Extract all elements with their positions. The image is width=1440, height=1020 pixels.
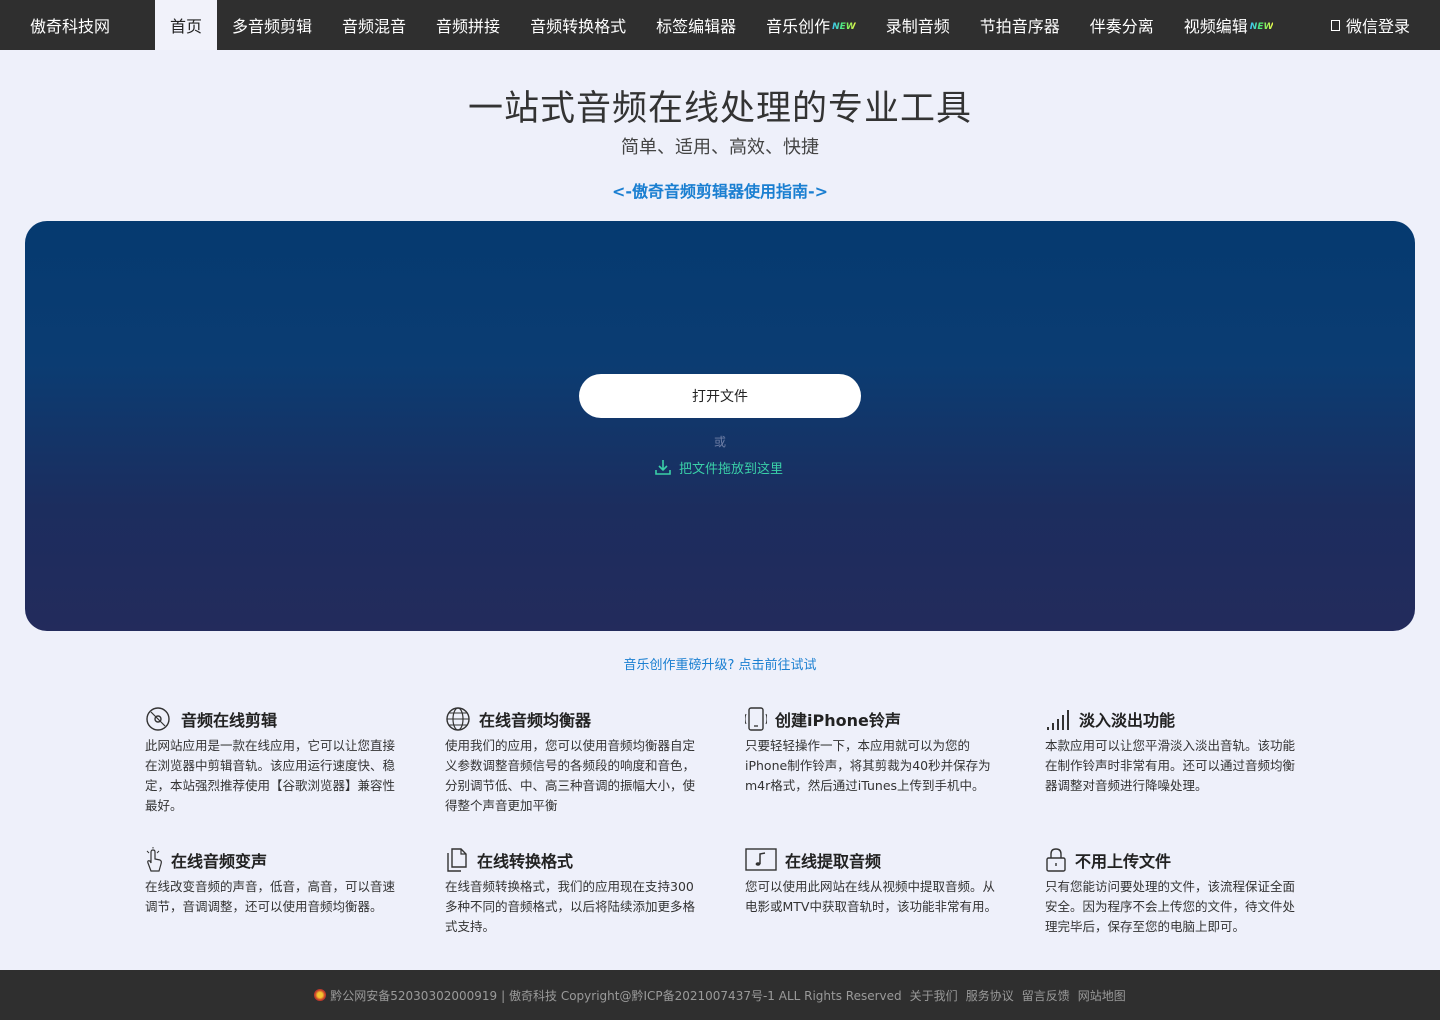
- feature-card: 在线音频变声 在线改变音频的声音，低音，高音，可以音速调节，音调调整，还可以使用…: [145, 847, 397, 917]
- open-file-button[interactable]: 打开文件: [579, 374, 861, 418]
- nav-item-vocal-split[interactable]: 伴奏分离: [1075, 0, 1169, 50]
- feature-desc: 此网站应用是一款在线应用，它可以让您直接在浏览器中剪辑音轨。该应用运行速度快、稳…: [145, 738, 396, 813]
- nav-item-label: 音频转换格式: [530, 17, 627, 36]
- drop-hint-label: 把文件拖放到这里: [679, 461, 784, 477]
- nav-item-record[interactable]: 录制音频: [871, 0, 965, 50]
- or-separator: 或: [713, 435, 726, 449]
- brand-logo-text[interactable]: 傲奇科技网: [0, 13, 155, 37]
- footer-link-terms[interactable]: 服务协议: [966, 987, 1014, 1004]
- nav-item-label: 音乐创作: [766, 17, 831, 36]
- police-record-link[interactable]: 黔公网安备52030302000919: [330, 987, 497, 1004]
- feature-card: 创建iPhone铃声 只要轻轻操作一下，本应用就可以为您的iPhone制作铃声，…: [745, 706, 997, 796]
- feature-desc: 本款应用可以让您平滑淡入淡出音轨。该功能在制作铃声时非常有用。还可以通过音频均衡…: [1045, 738, 1296, 793]
- nav-item-mix[interactable]: 音频混音: [327, 0, 421, 50]
- nav-item-label: 录制音频: [885, 17, 950, 36]
- hand-pointer-icon: [146, 847, 162, 872]
- feature-desc: 在线改变音频的声音，低音，高音，可以音速调节，音调调整，还可以使用音频均衡器。: [145, 879, 396, 914]
- nav-item-label: 视频编辑: [1183, 17, 1248, 36]
- feature-desc: 在线音频转换格式，我们的应用现在支持300多种不同的音频格式，以后将陆续添加更多…: [445, 879, 696, 934]
- globe-icon: [446, 707, 470, 731]
- feature-card: 在线提取音频 您可以使用此网站在线从视频中提取音频。从电影或MTV中获取音轨时，…: [745, 847, 997, 917]
- feature-card: 不用上传文件 只有您能访问要处理的文件，该流程保证全面安全。因为程序不会上传您的…: [1045, 847, 1297, 937]
- page-title: 一站式音频在线处理的专业工具: [467, 89, 972, 129]
- nav-item-label: 音频混音: [342, 17, 407, 36]
- feature-desc: 使用我们的应用，您可以使用音频均衡器自定义参数调整音频信号的各频段的响度和音色，…: [445, 738, 696, 813]
- nav-item-label: 伴奏分离: [1089, 17, 1154, 36]
- nav-item-convert[interactable]: 音频转换格式: [515, 0, 641, 50]
- footer-link-feedback[interactable]: 留言反馈: [1022, 987, 1070, 1004]
- feature-title: 在线提取音频: [785, 852, 882, 871]
- upgrade-link[interactable]: 音乐创作重磅升级? 点击前往试试: [0, 654, 1440, 673]
- nav-item-label: 首页: [170, 17, 203, 36]
- feature-title: 在线转换格式: [477, 852, 574, 871]
- feature-title: 在线音频均衡器: [479, 711, 592, 730]
- nav-item-join[interactable]: 音频拼接: [421, 0, 515, 50]
- feature-card: 在线音频均衡器 使用我们的应用，您可以使用音频均衡器自定义参数调整音频信号的各频…: [445, 706, 697, 816]
- music-screen-icon: [745, 848, 777, 871]
- feature-title: 音频在线剪辑: [181, 711, 278, 730]
- copyright-text: | 傲奇科技 Copyright@黔ICP备2021007437号-1 ALL …: [501, 988, 902, 1003]
- nav-item-home[interactable]: 首页: [155, 0, 218, 50]
- copy-files-icon: [447, 848, 467, 872]
- nav-menu: 首页 多音频剪辑 音频混音 音频拼接 音频转换格式 标签编辑器 音乐创作 NEW …: [155, 0, 1288, 50]
- wechat-login-button[interactable]: 微信登录: [1330, 0, 1410, 50]
- drop-hint[interactable]: 把文件拖放到这里: [653, 457, 783, 477]
- download-icon: [655, 460, 671, 475]
- feature-title: 不用上传文件: [1075, 852, 1172, 871]
- nav-item-tag-editor[interactable]: 标签编辑器: [641, 0, 751, 50]
- nav-item-label: 节拍音序器: [979, 17, 1060, 36]
- feature-title: 在线音频变声: [171, 852, 268, 871]
- footer-link-about[interactable]: 关于我们: [910, 987, 958, 1004]
- feature-desc: 您可以使用此网站在线从视频中提取音频。从电影或MTV中获取音轨时，该功能非常有用…: [745, 879, 997, 914]
- nav-item-music-create[interactable]: 音乐创作 NEW: [751, 0, 871, 50]
- nav-item-label: 音频拼接: [436, 17, 501, 36]
- nav-item-sequencer[interactable]: 节拍音序器: [965, 0, 1075, 50]
- nav-item-label: 标签编辑器: [656, 17, 737, 36]
- file-drop-zone[interactable]: 打开文件 或 把文件拖放到这里: [25, 221, 1415, 631]
- footer-link-sitemap[interactable]: 网站地图: [1078, 987, 1126, 1004]
- phone-icon: [745, 707, 767, 731]
- nav-item-multi-clip[interactable]: 多音频剪辑: [217, 0, 327, 50]
- wechat-icon: [1330, 19, 1340, 31]
- feature-desc: 只要轻轻操作一下，本应用就可以为您的iPhone制作铃声，将其剪裁为40秒并保存…: [745, 738, 991, 793]
- new-badge: NEW: [832, 22, 856, 32]
- footer: 黔公网安备52030302000919 | 傲奇科技 Copyright@黔IC…: [0, 970, 1440, 1020]
- login-label: 微信登录: [1345, 17, 1410, 36]
- feature-card: 音频在线剪辑 此网站应用是一款在线应用，它可以让您直接在浏览器中剪辑音轨。该应用…: [145, 706, 397, 816]
- feature-title: 淡入淡出功能: [1079, 711, 1176, 730]
- nav-item-label: 多音频剪辑: [232, 17, 313, 36]
- feature-desc: 只有您能访问要处理的文件，该流程保证全面安全。因为程序不会上传您的文件，待文件处…: [1045, 879, 1296, 934]
- guide-link[interactable]: <-傲奇音频剪辑器使用指南->: [0, 178, 1440, 202]
- nav-item-video-edit[interactable]: 视频编辑 NEW: [1169, 0, 1289, 50]
- feature-card: 淡入淡出功能 本款应用可以让您平滑淡入淡出音轨。该功能在制作铃声时非常有用。还可…: [1045, 706, 1297, 796]
- signal-bars-icon: [1047, 710, 1069, 730]
- page-subtitle: 简单、适用、高效、快捷: [621, 137, 819, 158]
- new-badge: NEW: [1249, 22, 1274, 32]
- feature-card: 在线转换格式 在线音频转换格式，我们的应用现在支持300多种不同的音频格式，以后…: [445, 847, 697, 937]
- feature-title: 创建iPhone铃声: [775, 711, 901, 730]
- police-badge-icon: [314, 989, 327, 1001]
- lock-icon: [1046, 848, 1066, 872]
- disc-icon: [146, 707, 170, 731]
- top-nav: 傲奇科技网 首页 多音频剪辑 音频混音 音频拼接 音频转换格式 标签编辑器 音乐…: [0, 0, 1440, 50]
